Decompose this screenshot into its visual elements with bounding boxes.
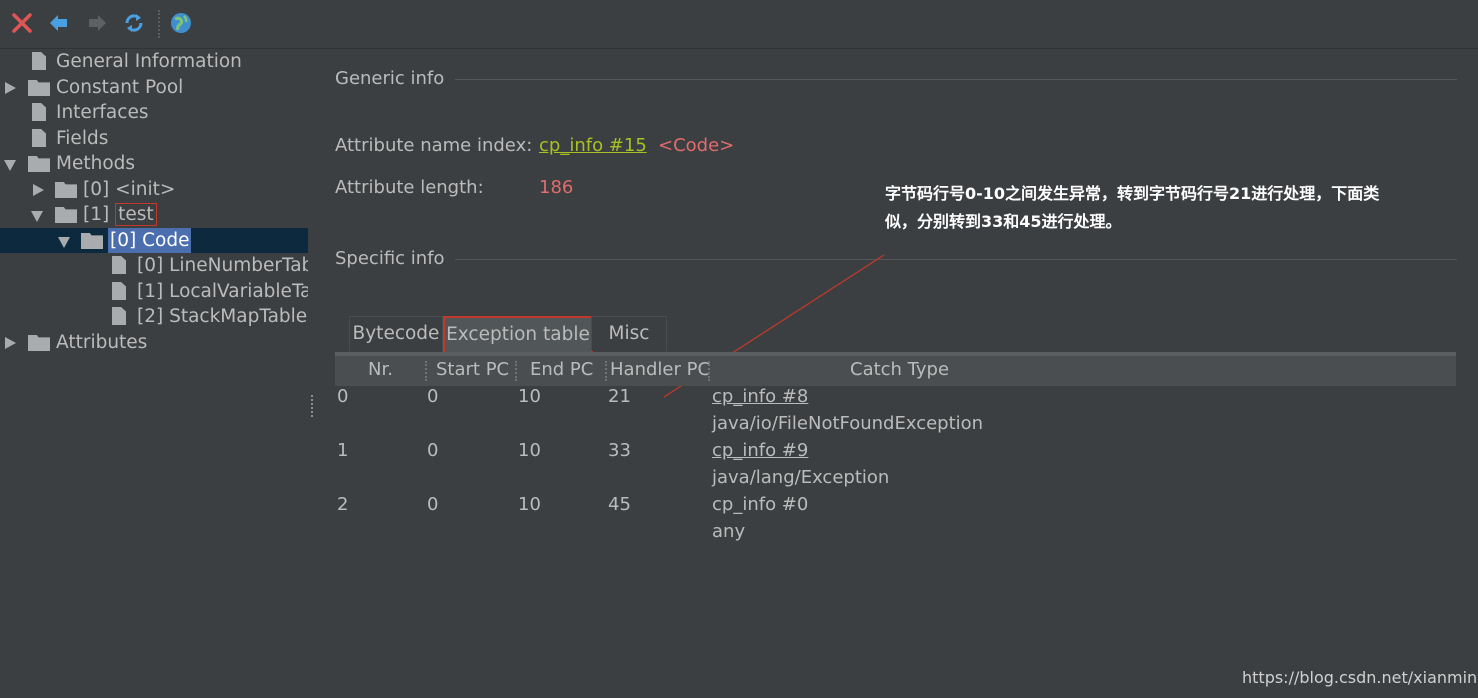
file-icon <box>112 307 126 325</box>
folder-icon <box>81 233 103 249</box>
cell-end-pc: 10 <box>518 494 541 515</box>
highlighted-method-name: test <box>115 203 157 226</box>
tree-item-label: Interfaces <box>56 102 149 123</box>
panel-splitter-handle[interactable] <box>311 395 317 417</box>
file-icon <box>32 129 46 147</box>
catch-type-link[interactable]: cp_info #8 <box>712 386 808 407</box>
tree-item-label: Methods <box>56 153 136 174</box>
column-divider[interactable] <box>605 361 608 381</box>
tree-item-label: Attributes <box>56 332 148 353</box>
tree-item-attributes[interactable]: Attributes <box>0 330 308 355</box>
catch-type-link[interactable]: cp_info #9 <box>712 440 808 461</box>
catch-type-name: java/lang/Exception <box>712 467 890 488</box>
expand-arrow-icon[interactable] <box>5 337 16 349</box>
collapse-arrow-icon[interactable] <box>31 211 43 222</box>
cell-start-pc: 0 <box>427 494 439 515</box>
tree-item-local-variable-table[interactable]: [1] LocalVariableTable <box>0 279 308 304</box>
tree-item-label: [0] LineNumberTable <box>137 255 308 276</box>
column-divider[interactable] <box>515 361 518 381</box>
cell-nr: 1 <box>337 440 349 461</box>
name-index-value: <Code> <box>658 135 735 156</box>
name-index-link[interactable]: cp_info #15 <box>539 135 647 156</box>
close-icon[interactable] <box>9 10 35 36</box>
file-icon <box>32 52 46 70</box>
column-header-catch-type[interactable]: Catch Type <box>850 359 949 380</box>
tree-item-interfaces[interactable]: Interfaces <box>0 100 308 125</box>
back-icon[interactable] <box>46 10 72 36</box>
tree-item-constant-pool[interactable]: Constant Pool <box>0 75 308 100</box>
cell-end-pc: 10 <box>518 440 541 461</box>
web-icon[interactable] <box>168 10 194 36</box>
cell-nr: 0 <box>337 386 349 407</box>
column-header-nr[interactable]: Nr. <box>368 359 393 380</box>
cell-handler-pc: 33 <box>608 440 631 461</box>
tree-item-label: General Information <box>56 51 242 72</box>
folder-icon <box>28 156 50 172</box>
cell-nr: 2 <box>337 494 349 515</box>
toolbar-separator <box>158 10 161 38</box>
cell-handler-pc: 45 <box>608 494 631 515</box>
catch-type-ref: cp_info #0 <box>712 494 809 515</box>
column-divider[interactable] <box>708 361 711 381</box>
column-header-start-pc[interactable]: Start PC <box>436 359 509 380</box>
section-divider <box>455 79 1457 80</box>
tree-item-method-test[interactable]: [1] test <box>0 202 308 227</box>
watermark: https://blog.csdn.net/xianmingsu <box>1242 668 1478 687</box>
file-icon <box>112 282 126 300</box>
tree-item-fields[interactable]: Fields <box>0 126 308 151</box>
refresh-icon[interactable] <box>121 10 147 36</box>
generic-info-title: Generic info <box>335 68 445 89</box>
catch-type-name: java/io/FileNotFoundException <box>712 413 984 434</box>
tree-item-label: [0] Code <box>108 228 192 253</box>
tree-item-code[interactable]: [0] Code <box>0 228 308 253</box>
expand-arrow-icon[interactable] <box>5 82 16 94</box>
toolbar <box>0 0 1478 49</box>
tree-item-methods[interactable]: Methods <box>0 151 308 176</box>
tab-misc[interactable]: Misc <box>591 316 667 351</box>
cell-end-pc: 10 <box>518 386 541 407</box>
tree-item-label: Constant Pool <box>56 77 184 98</box>
column-header-handler-pc[interactable]: Handler PC <box>610 359 710 380</box>
tree-item-stack-map-table[interactable]: [2] StackMapTable <box>0 304 308 329</box>
tree-item-label: Fields <box>56 128 109 149</box>
folder-icon <box>28 335 50 351</box>
attribute-length-value: 186 <box>539 177 574 198</box>
tab-exception-table[interactable]: Exception table <box>443 316 593 354</box>
folder-icon <box>55 182 77 198</box>
tree-item-prefix: [1] <box>83 204 116 225</box>
tab-bytecode[interactable]: Bytecode <box>349 316 443 351</box>
specific-info-title: Specific info <box>335 248 445 269</box>
cell-start-pc: 0 <box>427 440 439 461</box>
tree-item-method-init[interactable]: [0] <init> <box>0 177 308 202</box>
class-structure-tree: General Information Constant Pool Interf… <box>0 49 308 698</box>
tree-item-general-information[interactable]: General Information <box>0 49 308 74</box>
attribute-name-index-label: Attribute name index: <box>335 135 533 156</box>
column-header-end-pc[interactable]: End PC <box>530 359 593 380</box>
tree-item-label: [1] LocalVariableTable <box>137 281 308 302</box>
exception-table-header: Nr. Start PC End PC Handler PC Catch Typ… <box>335 352 1456 386</box>
annotation-note: 字节码行号0-10之间发生异常，转到字节码行号21进行处理，下面类似，分别转到3… <box>885 184 1380 231</box>
file-icon <box>112 256 126 274</box>
section-divider <box>455 259 1457 260</box>
folder-icon <box>55 207 77 223</box>
cell-start-pc: 0 <box>427 386 439 407</box>
collapse-arrow-icon[interactable] <box>4 160 16 171</box>
tree-item-line-number-table[interactable]: [0] LineNumberTable <box>0 253 308 278</box>
tree-item-label: [2] StackMapTable <box>137 306 308 327</box>
catch-type-name: any <box>712 521 746 542</box>
expand-arrow-icon[interactable] <box>33 184 44 196</box>
cell-handler-pc: 21 <box>608 386 631 407</box>
file-icon <box>32 103 46 121</box>
column-divider[interactable] <box>425 361 428 381</box>
attribute-length-label: Attribute length: <box>335 177 484 198</box>
tree-item-label: [1] test <box>83 202 157 227</box>
collapse-arrow-icon[interactable] <box>58 237 70 248</box>
forward-icon[interactable] <box>84 10 110 36</box>
tree-item-label: [0] <init> <box>83 179 176 200</box>
folder-icon <box>28 80 50 96</box>
